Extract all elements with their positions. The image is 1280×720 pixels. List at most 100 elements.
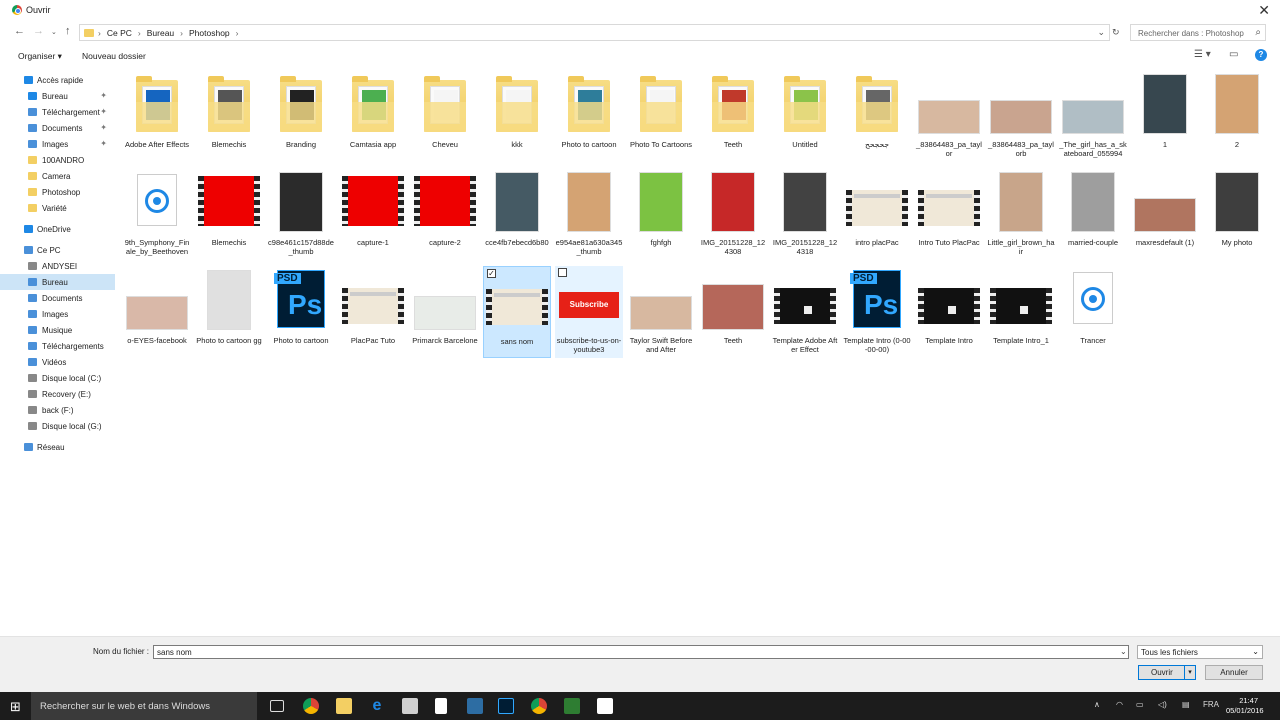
file-tile[interactable]: Photo to cartoon gg — [195, 266, 263, 358]
sidebar-this-pc[interactable]: Ce PC — [0, 242, 115, 258]
file-tile[interactable]: 9th_Symphony_Finale_by_Beethoven — [123, 168, 191, 260]
file-tile[interactable]: IMG_20151228_124318 — [771, 168, 839, 260]
file-tile[interactable]: Adobe After Effects — [123, 70, 191, 162]
file-tile[interactable]: Little_girl_brown_hair — [987, 168, 1055, 260]
back-arrow-icon[interactable]: ← — [14, 25, 25, 37]
edge-icon[interactable]: e — [369, 698, 385, 714]
new-folder-button[interactable]: Nouveau dossier — [82, 51, 146, 61]
file-tile[interactable]: Branding — [267, 70, 335, 162]
file-tile[interactable]: 1 — [1131, 70, 1199, 162]
file-tile[interactable]: PSD Ps Photo to cartoon — [267, 266, 335, 358]
sidebar-item[interactable]: Documents — [0, 290, 115, 306]
file-tile[interactable]: Trancer — [1059, 266, 1127, 358]
file-tile[interactable]: Photo to cartoon — [555, 70, 623, 162]
taskbar-search[interactable]: Rechercher sur le web et dans Windows — [31, 692, 257, 720]
file-tile[interactable]: Template Intro_1 — [987, 266, 1055, 358]
network-icon[interactable]: ◠ — [1116, 700, 1123, 709]
file-tile[interactable]: e954ae81a630a345_thumb — [555, 168, 623, 260]
close-icon[interactable]: ✕ — [1258, 2, 1270, 19]
sidebar-item[interactable]: Téléchargement ✦ — [0, 104, 115, 120]
filename-input[interactable]: sans nom — [153, 645, 1129, 659]
file-tile[interactable]: married-couple — [1059, 168, 1127, 260]
sidebar-network[interactable]: Réseau — [0, 439, 115, 455]
sidebar-item[interactable]: back (F:) — [0, 402, 115, 418]
file-tile[interactable]: Primarck Barcelone — [411, 266, 479, 358]
chrome-active-icon[interactable] — [531, 698, 547, 714]
sidebar-item[interactable]: Disque local (C:) — [0, 370, 115, 386]
sidebar-item[interactable]: Bureau — [0, 274, 115, 290]
file-tile[interactable]: Photo To Cartoons — [627, 70, 695, 162]
address-dropdown-icon[interactable]: ⌄ — [1097, 27, 1105, 38]
file-tile[interactable]: جحجحح — [843, 70, 911, 162]
file-tile[interactable]: IMG_20151228_124308 — [699, 168, 767, 260]
file-tile[interactable]: Blemechis — [195, 168, 263, 260]
show-hidden-icons-icon[interactable]: ∧ — [1094, 700, 1100, 709]
file-tile[interactable]: Camtasia app — [339, 70, 407, 162]
camtasia-icon[interactable] — [564, 698, 580, 714]
sidebar-item[interactable]: Photoshop — [0, 184, 115, 200]
file-tile[interactable]: PlacPac Tuto — [339, 266, 407, 358]
file-tile[interactable]: Intro Tuto PlacPac — [915, 168, 983, 260]
file-tile[interactable]: Untitled — [771, 70, 839, 162]
sidebar-quick-access[interactable]: Accès rapide — [0, 72, 115, 88]
file-tile[interactable]: kkk — [483, 70, 551, 162]
language-indicator[interactable]: FRA — [1203, 700, 1219, 709]
file-tile[interactable]: Subscribe subscribe-to-us-on-youtube3 — [555, 266, 623, 358]
view-options-icon[interactable]: ☰ ▾ — [1194, 49, 1211, 60]
sidebar-item[interactable]: Disque local (G:) — [0, 418, 115, 434]
file-tile[interactable]: o-EYES-facebook — [123, 266, 191, 358]
store-icon[interactable] — [435, 698, 447, 714]
sidebar-onedrive[interactable]: OneDrive — [0, 221, 115, 237]
preview-pane-icon[interactable]: ▭ — [1229, 49, 1238, 60]
file-tile[interactable]: _The_girl_has_a_skateboard_055994 — [1059, 70, 1127, 162]
file-tile[interactable]: Teeth — [699, 266, 767, 358]
file-tile[interactable]: maxresdefault (1) — [1131, 168, 1199, 260]
search-input[interactable]: Rechercher dans : Photoshop ⌕ — [1130, 24, 1266, 41]
sidebar-item[interactable]: Vidéos — [0, 354, 115, 370]
file-tile[interactable]: PSD Ps Template Intro (0-00-00-00) — [843, 266, 911, 358]
sidebar-item[interactable]: Musique — [0, 322, 115, 338]
file-tile[interactable]: intro placPac — [843, 168, 911, 260]
help-icon[interactable]: ? — [1255, 49, 1267, 61]
notification-icon[interactable]: ▤ — [1182, 700, 1190, 709]
selection-checkbox[interactable] — [558, 268, 567, 277]
camtasia-recorder-icon[interactable] — [597, 698, 613, 714]
open-options-icon[interactable]: ▾ — [1184, 666, 1195, 679]
volume-icon[interactable]: ◁) — [1158, 700, 1167, 709]
file-tile[interactable]: My photo — [1203, 168, 1271, 260]
file-tile[interactable]: fghfgh — [627, 168, 695, 260]
sidebar-item[interactable]: Images ✦ — [0, 136, 115, 152]
file-tile[interactable]: _83864483_pa_taylor — [915, 70, 983, 162]
file-tile[interactable]: Cheveu — [411, 70, 479, 162]
file-explorer-icon[interactable] — [336, 698, 352, 714]
cancel-button[interactable]: Annuler — [1205, 665, 1263, 680]
file-tile[interactable]: Blemechis — [195, 70, 263, 162]
sidebar-item[interactable]: ANDYSEI — [0, 258, 115, 274]
file-tile[interactable]: 2 — [1203, 70, 1271, 162]
filename-dropdown-icon[interactable]: ⌄ — [1120, 647, 1127, 656]
media-icon[interactable] — [402, 698, 418, 714]
sidebar-item[interactable]: Téléchargements — [0, 338, 115, 354]
address-bar[interactable]: › Ce PC › Bureau › Photoshop › ⌄ — [79, 24, 1110, 41]
windows-start-icon[interactable]: ⊞ — [10, 699, 21, 715]
sidebar-item[interactable]: Images — [0, 306, 115, 322]
sidebar-item[interactable]: Recovery (E:) — [0, 386, 115, 402]
breadcrumb-bureau[interactable]: Bureau — [147, 28, 174, 38]
sidebar-item[interactable]: Camera — [0, 168, 115, 184]
up-arrow-icon[interactable]: ↑ — [65, 25, 71, 37]
refresh-icon[interactable]: ↻ — [1112, 27, 1120, 38]
file-tile[interactable]: Template Intro — [915, 266, 983, 358]
file-tile[interactable]: Teeth — [699, 70, 767, 162]
breadcrumb-ce-pc[interactable]: Ce PC — [107, 28, 132, 38]
chrome-taskbar-icon[interactable] — [303, 698, 319, 714]
file-tile[interactable]: c98e461c157d88de_thumb — [267, 168, 335, 260]
forward-arrow-icon[interactable]: → — [33, 25, 44, 37]
open-button[interactable]: Ouvrir ▾ — [1138, 665, 1196, 680]
recent-chevron-icon[interactable]: ⌄ — [51, 28, 57, 36]
task-view-icon[interactable] — [270, 700, 284, 712]
sidebar-item[interactable]: 100ANDRO — [0, 152, 115, 168]
file-tile[interactable]: _83864483_pa_taylorb — [987, 70, 1055, 162]
file-tile[interactable]: cce4fb7ebecd6b80 — [483, 168, 551, 260]
organize-button[interactable]: Organiser ▾ — [18, 51, 62, 62]
sidebar-item[interactable]: Variété — [0, 200, 115, 216]
